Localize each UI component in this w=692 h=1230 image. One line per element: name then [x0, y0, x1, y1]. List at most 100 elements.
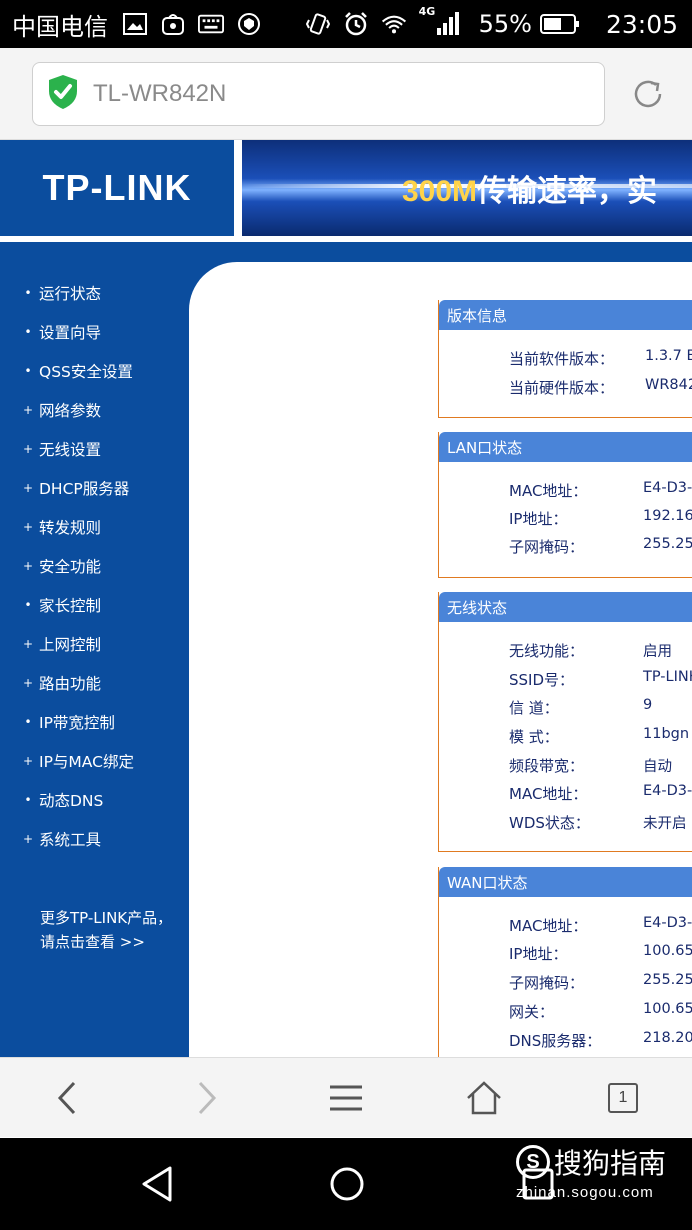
menu-label: 上网控制	[39, 636, 102, 654]
row-label: 频段带宽：	[509, 757, 585, 775]
menu-label: 网络参数	[39, 402, 102, 420]
menu-item-network[interactable]: + 网络参数	[22, 395, 101, 425]
row-value: 255.255	[643, 972, 692, 988]
row-value: E4-D3-3	[643, 915, 692, 931]
vibrate-icon	[305, 11, 331, 37]
forward-button[interactable]	[186, 1078, 226, 1118]
back-button[interactable]	[48, 1078, 88, 1118]
shield-app-icon	[236, 11, 262, 37]
row-label: 无线功能：	[509, 642, 585, 660]
row-value: WR842	[645, 377, 692, 393]
menu-item-routing[interactable]: + 路由功能	[22, 668, 101, 698]
wifi-icon	[381, 11, 407, 37]
menu-label: 安全功能	[39, 558, 102, 576]
image-icon	[122, 11, 148, 37]
menu-item-ip-mac-binding[interactable]: + IP与MAC绑定	[22, 746, 134, 776]
row-label: IP地址：	[509, 945, 568, 963]
android-back-button[interactable]	[138, 1164, 178, 1204]
bag-icon	[160, 11, 186, 37]
bullet-icon: •	[24, 598, 32, 612]
router-sidebar: • 运行状态 • 设置向导 • QSS安全设置 + 网络参数 + 无线设置 + DHCP服务…	[0, 262, 189, 1057]
reload-button[interactable]	[630, 76, 666, 112]
row-value: 255.25	[643, 536, 692, 552]
router-banner: TP-LINK 300M传输速率，实	[0, 140, 692, 244]
row-value: 100.65.	[643, 1001, 692, 1017]
tplink-logo: TP-LINK	[0, 140, 234, 236]
menu-label: 无线设置	[39, 441, 102, 459]
keyboard-icon	[198, 11, 224, 37]
row-label: 当前软件版本：	[509, 350, 615, 368]
network-type-label: 4G	[418, 5, 436, 18]
row-value: 11bgn	[643, 726, 690, 742]
menu-item-setup-wizard[interactable]: • 设置向导	[22, 317, 101, 347]
sogou-watermark: S 搜狗指南 zhinan.sogou.com	[516, 1142, 666, 1201]
row-value: TP-LINK	[643, 669, 692, 685]
watermark-title: 搜狗指南	[554, 1147, 667, 1180]
android-home-button[interactable]	[327, 1164, 367, 1204]
plus-icon: +	[22, 520, 34, 534]
circle-home-icon	[330, 1167, 364, 1201]
menu-item-access-control[interactable]: + 上网控制	[22, 629, 101, 659]
row-label: IP地址：	[509, 510, 568, 528]
panel-header: WAN口状态	[439, 867, 692, 897]
browser-bottom-nav: 1	[0, 1057, 692, 1137]
banner-slogan: 300M传输速率，实	[402, 166, 657, 210]
row-label: 网关：	[509, 1003, 555, 1021]
plus-icon: +	[22, 403, 34, 417]
banner-image: 300M传输速率，实	[242, 140, 692, 236]
home-button[interactable]	[464, 1078, 504, 1118]
menu-button[interactable]	[326, 1078, 366, 1118]
menu-item-security[interactable]: + 安全功能	[22, 551, 101, 581]
watermark-title-row: S 搜狗指南	[516, 1142, 666, 1182]
menu-item-wireless[interactable]: + 无线设置	[22, 434, 101, 464]
row-label: 当前硬件版本：	[509, 379, 615, 397]
row-value: 218.20	[643, 1030, 692, 1046]
more-products-link[interactable]: 更多TP-LINK产品， 请点击查看 >>	[40, 906, 172, 954]
status-bar: 中国电信 4G 55% 23:05	[0, 0, 692, 48]
menu-item-qss[interactable]: • QSS安全设置	[22, 356, 132, 386]
slogan-highlight: 300M	[402, 175, 478, 208]
chevron-right-icon	[198, 1081, 217, 1115]
panel-header: LAN口状态	[439, 432, 692, 462]
bullet-icon: •	[24, 793, 32, 807]
more-line-1: 更多TP-LINK产品，	[40, 909, 173, 927]
row-value: 9	[643, 697, 653, 713]
menu-item-system-tools[interactable]: + 系统工具	[22, 824, 101, 854]
battery-percent: 55%	[478, 10, 532, 38]
status-right-group: 4G 55% 23:05	[305, 0, 678, 48]
panel-header: 无线状态	[439, 592, 692, 622]
plus-icon: +	[22, 832, 34, 846]
chevron-left-icon	[57, 1081, 76, 1115]
triangle-back-icon	[142, 1166, 172, 1202]
menu-label: 路由功能	[39, 675, 102, 693]
browser-toolbar: TL-WR842N	[0, 48, 692, 140]
row-label: 子网掩码：	[509, 974, 585, 992]
menu-label: 转发规则	[39, 519, 102, 537]
menu-item-forwarding[interactable]: + 转发规则	[22, 512, 101, 542]
plus-icon: +	[22, 481, 34, 495]
plus-icon: +	[22, 754, 34, 768]
panel-wan: WAN口状态 MAC地址： E4-D3-3 IP地址： 100.65. 子网掩码…	[438, 867, 692, 1067]
row-value: 自动	[643, 759, 672, 775]
address-bar[interactable]: TL-WR842N	[32, 62, 605, 126]
row-value: 启用	[643, 644, 672, 660]
menu-item-ddns[interactable]: • 动态DNS	[22, 785, 103, 815]
menu-label: 系统工具	[39, 831, 102, 849]
tabs-button[interactable]: 1	[603, 1078, 643, 1118]
row-value: 未开启	[643, 816, 687, 832]
menu-label: 运行状态	[39, 285, 102, 303]
menu-label: 设置向导	[39, 324, 102, 342]
menu-item-running-status[interactable]: • 运行状态	[22, 278, 101, 308]
menu-item-bandwidth[interactable]: • IP带宽控制	[22, 707, 114, 737]
more-line-2: 请点击查看 >>	[40, 933, 145, 951]
home-icon	[467, 1081, 501, 1115]
row-label: WDS状态：	[509, 814, 590, 832]
menu-item-parental-control[interactable]: • 家长控制	[22, 590, 101, 620]
clock: 23:05	[605, 9, 678, 39]
plus-icon: +	[22, 442, 34, 456]
menu-item-dhcp[interactable]: + DHCP服务器	[22, 473, 129, 503]
status-content: 版本信息 当前软件版本： 1.3.7 B 当前硬件版本： WR842 LAN口状…	[189, 262, 692, 1067]
menu-label: IP与MAC绑定	[39, 753, 134, 771]
panel-version: 版本信息 当前软件版本： 1.3.7 B 当前硬件版本： WR842	[438, 300, 692, 418]
row-value: 1.3.7 B	[645, 348, 692, 364]
